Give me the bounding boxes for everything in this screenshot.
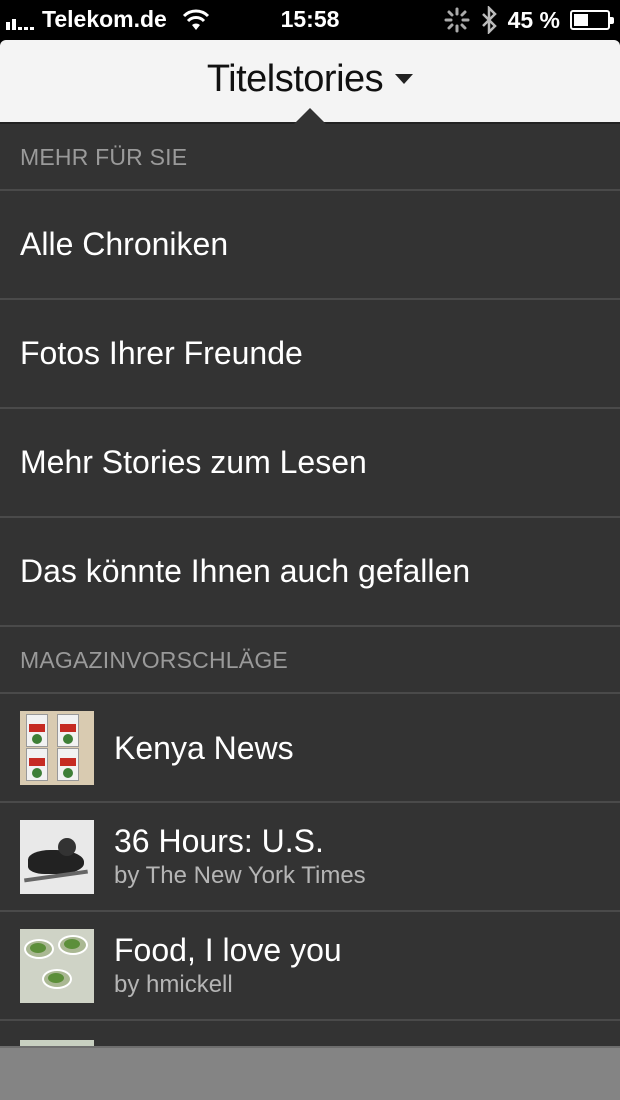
- battery-level-fill: [574, 14, 588, 26]
- menu-item-friends-photos[interactable]: Fotos Ihrer Freunde: [0, 300, 620, 409]
- magazine-author: by hmickell: [114, 970, 233, 998]
- section-header-magazines: MAGAZINVORSCHLÄGE: [0, 627, 620, 694]
- magazine-title: 36 Hours: U.S.: [114, 822, 324, 859]
- magazine-item-food[interactable]: Food, I love you by hmickell: [0, 912, 620, 1021]
- chevron-down-icon[interactable]: [395, 73, 414, 84]
- battery-percent: 45 %: [507, 6, 560, 33]
- magazine-thumbnail: [20, 819, 94, 894]
- status-right: 45 %: [444, 6, 614, 34]
- magazine-title: Kenya News: [114, 729, 294, 766]
- battery-icon: [570, 10, 614, 30]
- menu-item-label: Alle Chroniken: [20, 226, 229, 262]
- menu-item-recommendations[interactable]: Das könnte Ihnen auch gefallen: [0, 518, 620, 627]
- menu-item-label: Mehr Stories zum Lesen: [20, 444, 367, 480]
- magazine-thumbnail: [20, 710, 94, 785]
- dropdown-pointer: [294, 108, 326, 124]
- section-header-more: MEHR FÜR SIE: [0, 124, 620, 191]
- bottom-bar: [0, 1046, 620, 1100]
- status-bar: Telekom.de 15:58 45 %: [0, 0, 620, 40]
- magazine-author: by The New York Times: [114, 861, 366, 889]
- magazine-item-kenya-news[interactable]: Kenya News: [0, 694, 620, 803]
- activity-spinner-icon: [444, 7, 470, 33]
- magazine-title: Food, I love you: [114, 931, 342, 968]
- dropdown-menu: MEHR FÜR SIE Alle Chroniken Fotos Ihrer …: [0, 124, 620, 1046]
- section-switcher[interactable]: Titelstories: [0, 58, 620, 101]
- magazine-item-36-hours[interactable]: 36 Hours: U.S. by The New York Times: [0, 803, 620, 912]
- bluetooth-icon: [481, 6, 497, 34]
- menu-item-all-timelines[interactable]: Alle Chroniken: [0, 191, 620, 300]
- menu-item-label: Das könnte Ihnen auch gefallen: [20, 553, 471, 589]
- menu-item-label: Fotos Ihrer Freunde: [20, 335, 303, 371]
- page-title[interactable]: Titelstories: [207, 58, 384, 100]
- top-bar: Titelstories: [0, 40, 620, 124]
- magazine-thumbnail: [20, 928, 94, 1003]
- menu-item-more-stories[interactable]: Mehr Stories zum Lesen: [0, 409, 620, 518]
